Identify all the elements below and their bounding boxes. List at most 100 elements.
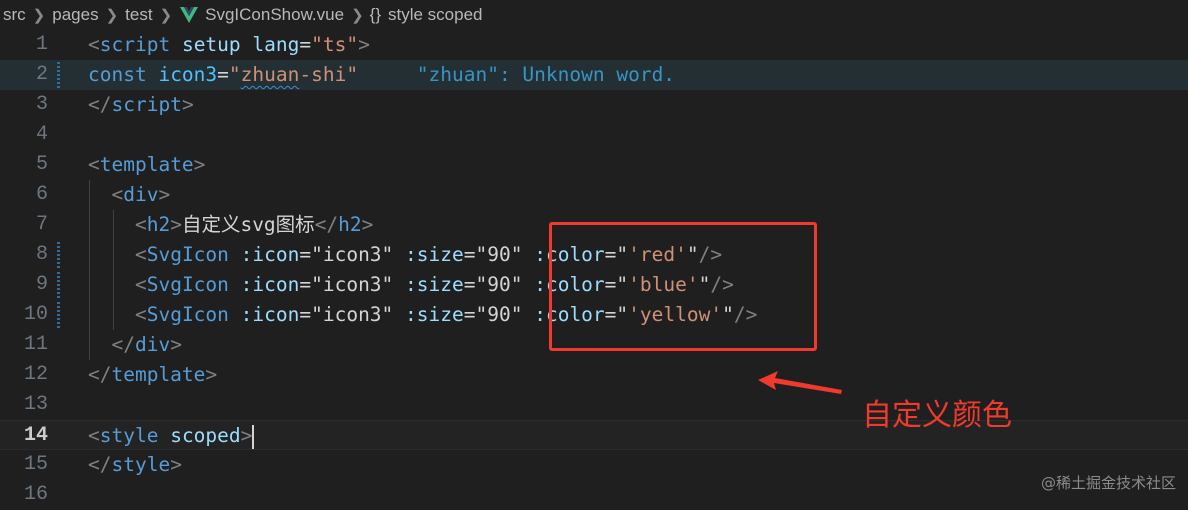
code-token: 自定义svg图标 (181, 213, 315, 236)
code-token: < (111, 183, 124, 206)
code-token: script (99, 33, 171, 56)
code-line[interactable]: 2 const icon3="zhuan-shi" "zhuan": Unknow… (0, 60, 1188, 90)
watermark: @稀土掘金技术社区 (1040, 474, 1176, 492)
code-text[interactable]: </template> (88, 360, 217, 390)
code-token: scoped (170, 424, 241, 447)
code-token: style (111, 453, 171, 476)
breadcrumb-pages[interactable]: pages (49, 5, 101, 25)
chevron-right-icon: ❯ (32, 7, 46, 24)
code-line[interactable]: 12 </template> (0, 360, 1188, 390)
modified-gutter-marker[interactable] (57, 272, 60, 298)
code-text[interactable]: <div> (88, 180, 170, 210)
code-text[interactable]: const icon3="zhuan-shi" "zhuan": Unknown… (88, 60, 675, 90)
code-token: > (170, 213, 182, 236)
chevron-right-icon: ❯ (351, 7, 364, 24)
code-token: </ (88, 453, 112, 476)
code-line[interactable]: 16 (0, 480, 1188, 510)
code-token: div (134, 333, 171, 356)
breadcrumb-file[interactable]: SvgIConShow.vue (202, 5, 347, 25)
line-number: 11 (23, 333, 48, 356)
code-token: "90" (475, 243, 523, 266)
line-number: 5 (35, 153, 48, 176)
line-number: 8 (35, 243, 48, 266)
code-token: = (463, 303, 476, 326)
code-line[interactable]: 1 <script setup lang="ts"> (0, 30, 1188, 60)
line-number: 6 (35, 183, 48, 206)
code-token: zhuan (240, 63, 300, 86)
code-token: "ts" (311, 33, 359, 56)
code-token: < (134, 273, 147, 296)
code-line[interactable]: 4 (0, 120, 1188, 150)
code-token: const (88, 63, 147, 86)
line-number: 2 (35, 63, 48, 86)
code-token: > (170, 333, 182, 356)
code-token: < (88, 424, 100, 447)
line-number: 10 (23, 303, 48, 326)
code-token: "icon3" (311, 243, 394, 266)
code-token: script (111, 93, 182, 116)
code-text[interactable]: <style scoped> (88, 421, 255, 451)
code-text[interactable]: <script setup lang="ts"> (88, 30, 370, 60)
code-text[interactable]: </div> (88, 330, 182, 360)
line-number: 1 (35, 33, 48, 56)
annotation-highlight-box (549, 222, 817, 351)
code-token: = (299, 303, 312, 326)
line-number: 14 (23, 424, 48, 447)
code-token: </ (88, 93, 112, 116)
code-token: > (193, 153, 206, 176)
chevron-right-icon: ❯ (159, 7, 173, 24)
code-token: "icon3" (311, 273, 394, 296)
code-token: :icon (240, 273, 300, 296)
line-number: 9 (35, 273, 48, 296)
line-number: 3 (35, 93, 48, 116)
code-token: "zhuan": Unknown word. (416, 63, 676, 86)
code-token: </ (314, 213, 339, 236)
code-token: "90" (475, 303, 523, 326)
code-token: -shi" (299, 63, 359, 86)
code-line[interactable]: 5 <template> (0, 150, 1188, 180)
code-token: SvgIcon (146, 243, 229, 266)
modified-gutter-marker[interactable] (57, 62, 60, 88)
code-line[interactable]: 6 <div> (0, 180, 1188, 210)
code-token: < (88, 153, 100, 176)
modified-gutter-marker[interactable] (57, 302, 60, 328)
code-text[interactable]: <h2>自定义svg图标</h2> (88, 210, 373, 240)
breadcrumb-src[interactable]: src (0, 5, 29, 25)
line-number: 16 (23, 483, 48, 506)
code-token: > (205, 363, 218, 386)
code-token: = (299, 273, 312, 296)
code-token: SvgIcon (146, 303, 229, 326)
code-token: > (358, 33, 370, 56)
line-number: 7 (35, 213, 48, 236)
code-text[interactable]: </script> (88, 90, 194, 120)
code-token: = (463, 243, 476, 266)
modified-gutter-marker[interactable] (57, 242, 60, 268)
code-line[interactable]: 3 </script> (0, 90, 1188, 120)
code-token: style (99, 424, 159, 447)
line-number: 12 (23, 363, 48, 386)
code-token: < (134, 243, 147, 266)
code-token: h2 (146, 213, 171, 236)
breadcrumb-test[interactable]: test (122, 5, 155, 25)
code-text[interactable]: <template> (88, 150, 205, 180)
code-token: lang (252, 33, 300, 56)
code-line[interactable]: 15 </style> (0, 450, 1188, 480)
code-token: template (99, 153, 194, 176)
breadcrumb-symbol[interactable]: style scoped (385, 5, 486, 25)
code-text[interactable]: </style> (88, 450, 182, 480)
code-token: h2 (338, 213, 362, 236)
